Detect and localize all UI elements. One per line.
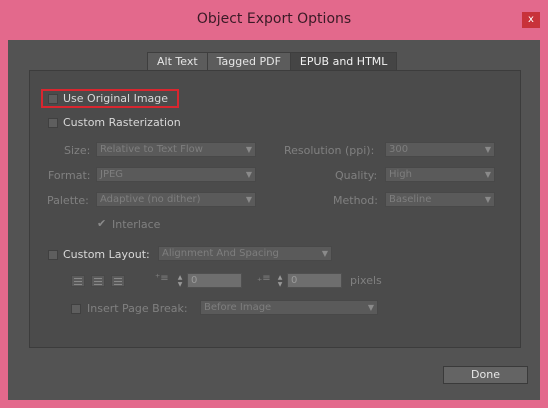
size-select[interactable]: Relative to Text Flow ▼ [96, 142, 256, 157]
method-select[interactable]: Baseline ▼ [385, 192, 495, 207]
space-before-icon: ⁺≡ [155, 273, 169, 284]
tab-tagged-pdf[interactable]: Tagged PDF [206, 52, 291, 70]
insert-page-break-checkbox[interactable] [71, 304, 81, 314]
chevron-down-icon: ▼ [484, 145, 491, 154]
space-before-input[interactable]: 0 [187, 273, 242, 288]
custom-layout-value: Alignment And Spacing [162, 248, 279, 259]
insert-page-break-label: Insert Page Break: [87, 302, 188, 315]
chevron-down-icon: ▼ [245, 195, 252, 204]
align-left-icon[interactable] [71, 275, 85, 287]
space-after-stepper[interactable]: ▲ ▼ [276, 274, 284, 288]
format-value: JPEG [100, 169, 124, 180]
custom-layout-label: Custom Layout: [63, 248, 150, 261]
palette-label: Palette: [47, 194, 89, 207]
chevron-down-icon: ▼ [484, 195, 491, 204]
quality-label: Quality: [335, 169, 378, 182]
title-bar[interactable]: Object Export Options x [0, 0, 548, 40]
export-options-window: Object Export Options x Alt Text Tagged … [0, 0, 548, 408]
format-select[interactable]: JPEG ▼ [96, 167, 256, 182]
quality-value: High [389, 169, 412, 180]
close-button[interactable]: x [522, 12, 540, 28]
align-right-icon[interactable] [111, 275, 125, 287]
format-label: Format: [48, 169, 91, 182]
window-title: Object Export Options [196, 11, 352, 27]
chevron-down-icon: ▼ [321, 249, 328, 258]
tab-bar: Alt Text Tagged PDF EPUB and HTML [147, 52, 398, 70]
space-after-icon: ₊≡ [257, 273, 271, 284]
custom-layout-checkbox[interactable] [48, 250, 58, 260]
chevron-down-icon: ▼ [484, 170, 491, 179]
resolution-value: 300 [389, 144, 409, 155]
method-value: Baseline [389, 194, 432, 205]
spacing-unit-label: pixels [350, 274, 382, 287]
resolution-label: Resolution (ppi): [284, 144, 375, 157]
space-after-input[interactable]: 0 [287, 273, 342, 288]
epub-html-panel: Use Original Image Custom Rasterization … [29, 70, 521, 348]
chevron-down-icon: ▼ [367, 303, 374, 312]
interlace-label: Interlace [112, 218, 161, 231]
dialog-body: Alt Text Tagged PDF EPUB and HTML Use Or… [8, 40, 540, 400]
palette-select[interactable]: Adaptive (no dither) ▼ [96, 192, 256, 207]
chevron-down-icon: ▼ [245, 170, 252, 179]
size-label: Size: [64, 144, 91, 157]
tab-epub-and-html[interactable]: EPUB and HTML [289, 52, 398, 70]
resolution-select[interactable]: 300 ▼ [385, 142, 495, 157]
insert-page-break-select[interactable]: Before Image ▼ [200, 300, 378, 315]
interlace-checkmark-icon[interactable]: ✔ [97, 217, 106, 230]
tab-alt-text[interactable]: Alt Text [147, 52, 208, 70]
method-label: Method: [333, 194, 378, 207]
align-center-icon[interactable] [91, 275, 105, 287]
use-original-image-label: Use Original Image [63, 92, 169, 105]
insert-page-break-value: Before Image [204, 302, 272, 313]
size-value: Relative to Text Flow [100, 144, 203, 155]
palette-value: Adaptive (no dither) [100, 194, 201, 205]
custom-layout-select[interactable]: Alignment And Spacing ▼ [158, 246, 332, 261]
custom-rasterization-checkbox[interactable] [48, 118, 58, 128]
done-button[interactable]: Done [443, 366, 528, 384]
custom-rasterization-label: Custom Rasterization [63, 116, 181, 129]
chevron-down-icon: ▼ [245, 145, 252, 154]
quality-select[interactable]: High ▼ [385, 167, 495, 182]
space-before-stepper[interactable]: ▲ ▼ [176, 274, 184, 288]
use-original-image-checkbox[interactable] [48, 94, 58, 104]
